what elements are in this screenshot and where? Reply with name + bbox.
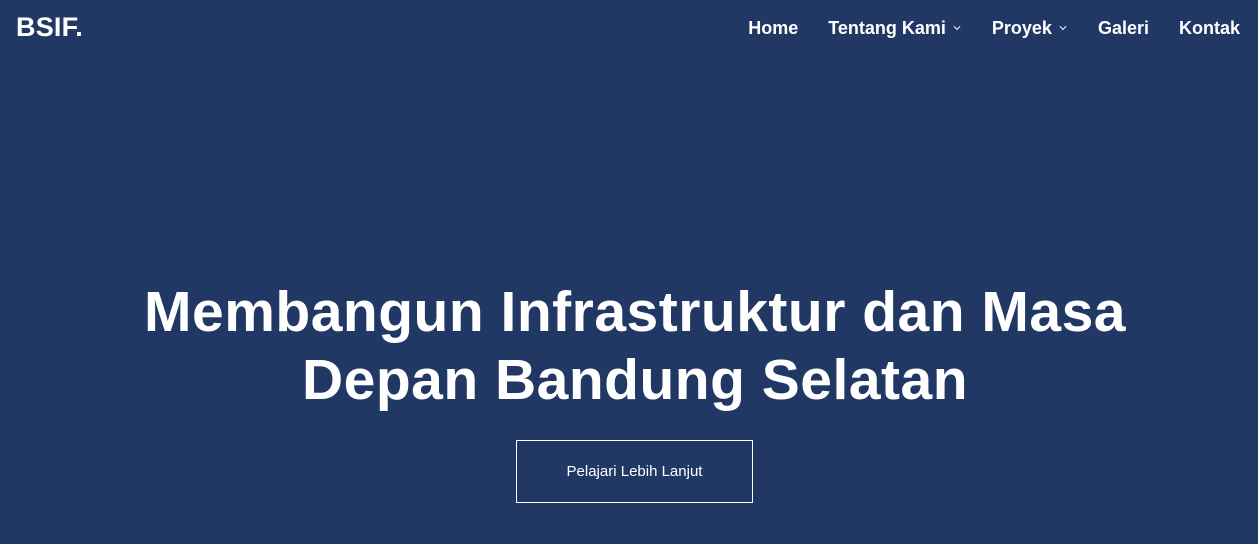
site-header: BSIF. Home Tentang Kami Proyek Galeri Ko… — [0, 0, 1258, 56]
hero-title: Membangun Infrastruktur dan Masa Depan B… — [0, 278, 1258, 414]
nav-item-home[interactable]: Home — [748, 18, 798, 39]
nav-item-galeri[interactable]: Galeri — [1098, 18, 1149, 39]
nav-item-label: Proyek — [991, 17, 1052, 38]
brand-logo[interactable]: BSIF. — [16, 9, 83, 45]
hero-title-line-2: Depan Bandung Selatan — [301, 348, 969, 412]
nav-item-label: Home — [748, 17, 799, 38]
page: BSIF. Home Tentang Kami Proyek Galeri Ko… — [0, 0, 1258, 544]
nav-item-proyek[interactable]: Proyek — [992, 18, 1068, 39]
hero-section: Membangun Infrastruktur dan Masa Depan B… — [0, 278, 1258, 414]
nav-item-label: Galeri — [1097, 17, 1149, 38]
learn-more-button[interactable]: Pelajari Lebih Lanjut — [516, 440, 753, 503]
nav-item-tentang-kami[interactable]: Tentang Kami — [828, 18, 962, 39]
nav-item-label: Tentang Kami — [828, 17, 946, 38]
hero-title-line-1: Membangun Infrastruktur dan Masa — [144, 280, 1126, 344]
chevron-down-icon — [952, 23, 962, 33]
chevron-down-icon — [1058, 23, 1068, 33]
nav-item-kontak[interactable]: Kontak — [1179, 18, 1240, 39]
nav-item-label: Kontak — [1178, 17, 1240, 38]
main-navigation: Home Tentang Kami Proyek Galeri Kontak — [748, 14, 1240, 42]
